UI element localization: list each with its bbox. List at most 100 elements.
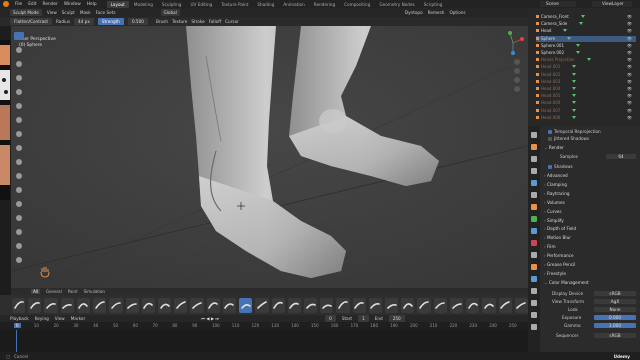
- brush-icon[interactable]: [271, 297, 285, 313]
- brush-icon[interactable]: [60, 297, 74, 313]
- properties-section[interactable]: Clamping: [544, 181, 638, 188]
- visibility-eye-icon[interactable]: 👁: [627, 21, 632, 27]
- brush-icon[interactable]: [93, 297, 107, 313]
- brush-icon[interactable]: [368, 297, 383, 313]
- brush-icon[interactable]: [255, 297, 269, 313]
- brush-icon[interactable]: [482, 297, 496, 313]
- samples-field[interactable]: 64: [606, 154, 636, 159]
- shelf-tab-all[interactable]: All: [31, 289, 40, 294]
- properties-tab-icon[interactable]: [531, 288, 537, 294]
- outliner-item[interactable]: Head.004 👁: [536, 86, 636, 92]
- brush-icon[interactable]: [514, 297, 528, 313]
- timeline-menu-keying[interactable]: Keying: [35, 316, 49, 321]
- brush-icon[interactable]: [352, 297, 366, 313]
- remesh-menu[interactable]: Remesh: [428, 10, 445, 15]
- visibility-eye-icon[interactable]: 👁: [627, 115, 632, 121]
- timeline-area[interactable]: [0, 330, 528, 352]
- outliner-item[interactable]: Head.003 👁: [536, 79, 636, 85]
- menu-help[interactable]: Help: [87, 2, 97, 7]
- timeline-menu-view[interactable]: View: [55, 316, 65, 321]
- tab-rendering[interactable]: Rendering: [310, 1, 339, 8]
- tab-compositing[interactable]: Compositing: [340, 1, 374, 8]
- jittered-checkbox[interactable]: [548, 137, 552, 141]
- properties-tab-icon[interactable]: [531, 324, 537, 330]
- brush-icon[interactable]: [498, 297, 512, 313]
- brush-icon[interactable]: [157, 297, 172, 313]
- brush-icon[interactable]: [44, 297, 58, 313]
- brush-icon[interactable]: [449, 297, 464, 313]
- visibility-eye-icon[interactable]: 👁: [627, 79, 632, 85]
- sequencer-field[interactable]: sRGB: [594, 333, 636, 338]
- strength-field[interactable]: 0.500: [127, 18, 148, 25]
- temporal-checkbox[interactable]: [548, 130, 552, 134]
- visibility-eye-icon[interactable]: 👁: [627, 36, 632, 42]
- properties-tab-icon[interactable]: [531, 240, 537, 246]
- outliner-item[interactable]: Head.006 👁: [536, 100, 636, 106]
- tab-modeling[interactable]: Modeling: [130, 1, 157, 8]
- blender-logo-icon[interactable]: [3, 1, 9, 7]
- brush-icon[interactable]: [141, 297, 155, 313]
- brush-icon[interactable]: [190, 297, 204, 313]
- properties-section[interactable]: Simplify: [544, 217, 638, 224]
- brush-icon[interactable]: [206, 297, 220, 313]
- brush-selector[interactable]: Flatten/Contrast: [10, 18, 52, 25]
- brush-icon[interactable]: [76, 297, 91, 313]
- section-render[interactable]: Render: [544, 144, 638, 151]
- tab-geometry-nodes[interactable]: Geometry Nodes: [375, 1, 418, 8]
- outliner-item[interactable]: Head.001 👁: [536, 64, 636, 70]
- orientation-dropdown[interactable]: Global: [160, 9, 180, 16]
- brush-icon[interactable]: [385, 297, 399, 313]
- outliner-item[interactable]: Sphere.002 👁: [536, 50, 636, 56]
- brush-icon[interactable]: [303, 297, 318, 313]
- radius-field[interactable]: 44 px: [74, 18, 94, 25]
- end-frame-field[interactable]: 250: [388, 315, 405, 322]
- tab-animation[interactable]: Animation: [279, 1, 308, 8]
- menu-file[interactable]: File: [15, 2, 22, 7]
- properties-section[interactable]: Performance: [544, 252, 638, 259]
- outliner-item[interactable]: Head.008 👁: [536, 115, 636, 121]
- outliner-item[interactable]: Head.007 👁: [536, 108, 636, 114]
- brush-icon[interactable]: [287, 297, 301, 313]
- properties-section[interactable]: Raytracing: [544, 190, 638, 197]
- menu-mask[interactable]: Mask: [80, 10, 91, 15]
- brush-icon[interactable]: [433, 297, 447, 313]
- visibility-eye-icon[interactable]: 👁: [627, 86, 632, 92]
- visibility-eye-icon[interactable]: 👁: [627, 64, 632, 70]
- timeline-menu-playback[interactable]: Playback: [10, 316, 29, 321]
- properties-section[interactable]: Freestyle: [544, 270, 638, 277]
- scene-selector[interactable]: Scene: [540, 1, 576, 7]
- tab-shading[interactable]: Shading: [253, 1, 278, 8]
- brush-icon[interactable]: [12, 297, 26, 313]
- properties-tab-icon[interactable]: [531, 192, 537, 198]
- brush-icon[interactable]: [109, 297, 123, 313]
- jittered-shadows-row[interactable]: Jittered Shadows: [548, 135, 640, 142]
- falloff-panel[interactable]: Falloff: [209, 19, 221, 24]
- temporal-reprojection-row[interactable]: Temporal Reprojection: [548, 128, 640, 135]
- outliner-item[interactable]: Heads Projection 👁: [536, 57, 636, 63]
- view-layer-selector[interactable]: ViewLayer: [592, 1, 632, 7]
- shelf-tab-simulation[interactable]: Simulation: [84, 289, 105, 294]
- gamma-field[interactable]: 1.000: [594, 323, 636, 328]
- properties-tab-icon[interactable]: [531, 144, 537, 150]
- brush-icon[interactable]: [466, 297, 480, 313]
- brush-icon[interactable]: [28, 297, 42, 313]
- properties-tab-icon[interactable]: [531, 204, 537, 210]
- brush-panel[interactable]: Brush: [156, 19, 168, 24]
- visibility-eye-icon[interactable]: 👁: [627, 50, 632, 56]
- tab-sculpting[interactable]: Sculpting: [158, 1, 186, 8]
- tab-texture-paint[interactable]: Texture Paint: [217, 1, 252, 8]
- properties-tab-icon[interactable]: [531, 228, 537, 234]
- properties-tab-icon[interactable]: [531, 156, 537, 162]
- view-transform-field[interactable]: AgX: [594, 299, 636, 304]
- shadows-row[interactable]: Shadows: [548, 163, 640, 170]
- display-device-field[interactable]: sRGB: [594, 291, 636, 296]
- hand-icon[interactable]: [40, 266, 50, 278]
- outliner[interactable]: Camera_Front 👁 Camera_Side 👁 Head 👁 Sphere 👁 Sph…: [528, 8, 640, 126]
- properties-tab-icon[interactable]: [531, 252, 537, 258]
- brush-icon[interactable]: [174, 297, 188, 313]
- brush-icon[interactable]: [239, 297, 253, 313]
- menu-window[interactable]: Window: [64, 2, 81, 7]
- shelf-tab-paint[interactable]: Paint: [68, 289, 78, 294]
- playhead[interactable]: [16, 330, 17, 352]
- current-frame-field[interactable]: 0: [325, 315, 336, 322]
